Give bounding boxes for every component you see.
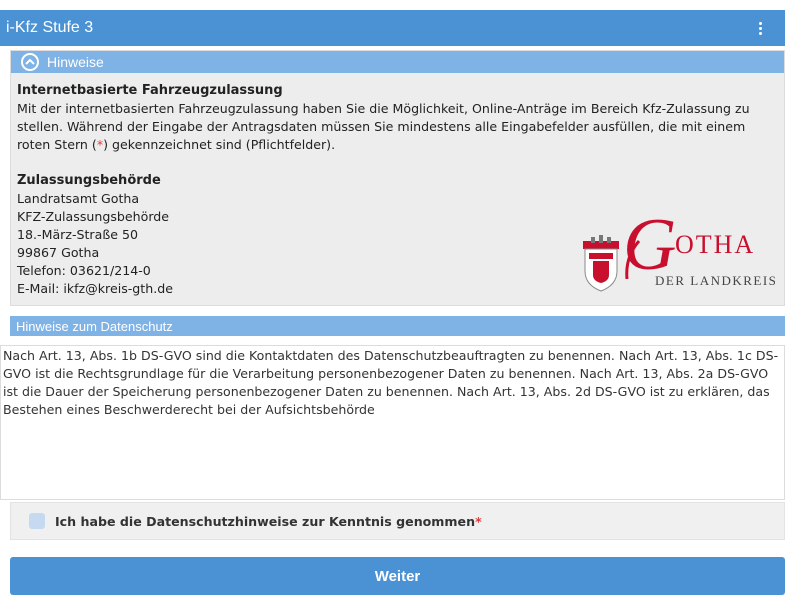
intro-text: Mit der internetbasierten Fahrzeugzulass…	[17, 101, 750, 152]
datenschutz-text[interactable]: Nach Art. 13, Abs. 1b DS-GVO sind die Ko…	[0, 345, 785, 500]
required-star: *	[475, 513, 482, 529]
more-menu-icon[interactable]	[755, 17, 765, 39]
next-button[interactable]: Weiter	[10, 557, 785, 595]
app-title: i-Kfz Stufe 3	[6, 19, 94, 36]
hinweise-panel: Hinweise Internetbasierte Fahrzeugzulass…	[10, 50, 785, 306]
hinweise-header-label: Hinweise	[47, 54, 104, 70]
consent-checkbox[interactable]	[29, 513, 45, 529]
intro-heading: Internetbasierte Fahrzeugzulassung	[17, 83, 283, 98]
chevron-up-icon[interactable]	[21, 53, 39, 71]
consent-label[interactable]: Ich habe die Datenschutzhinweise zur Ken…	[55, 514, 482, 529]
app-titlebar: i-Kfz Stufe 3	[0, 10, 785, 46]
hinweise-body: Internetbasierte Fahrzeugzulassung Mit d…	[11, 73, 784, 305]
datenschutz-header: Hinweise zum Datenschutz	[10, 316, 785, 336]
authority-heading: Zulassungsbehörde	[17, 173, 161, 188]
logo-name: OTHA	[675, 230, 755, 259]
gotha-logo: G OTHA DER LANDKREIS	[583, 204, 775, 292]
coat-of-arms-icon	[583, 235, 619, 292]
hinweise-header[interactable]: Hinweise	[11, 51, 784, 73]
logo-subtitle: DER LANDKREIS	[655, 273, 775, 288]
datenschutz-consent-row[interactable]: Ich habe die Datenschutzhinweise zur Ken…	[10, 502, 785, 540]
